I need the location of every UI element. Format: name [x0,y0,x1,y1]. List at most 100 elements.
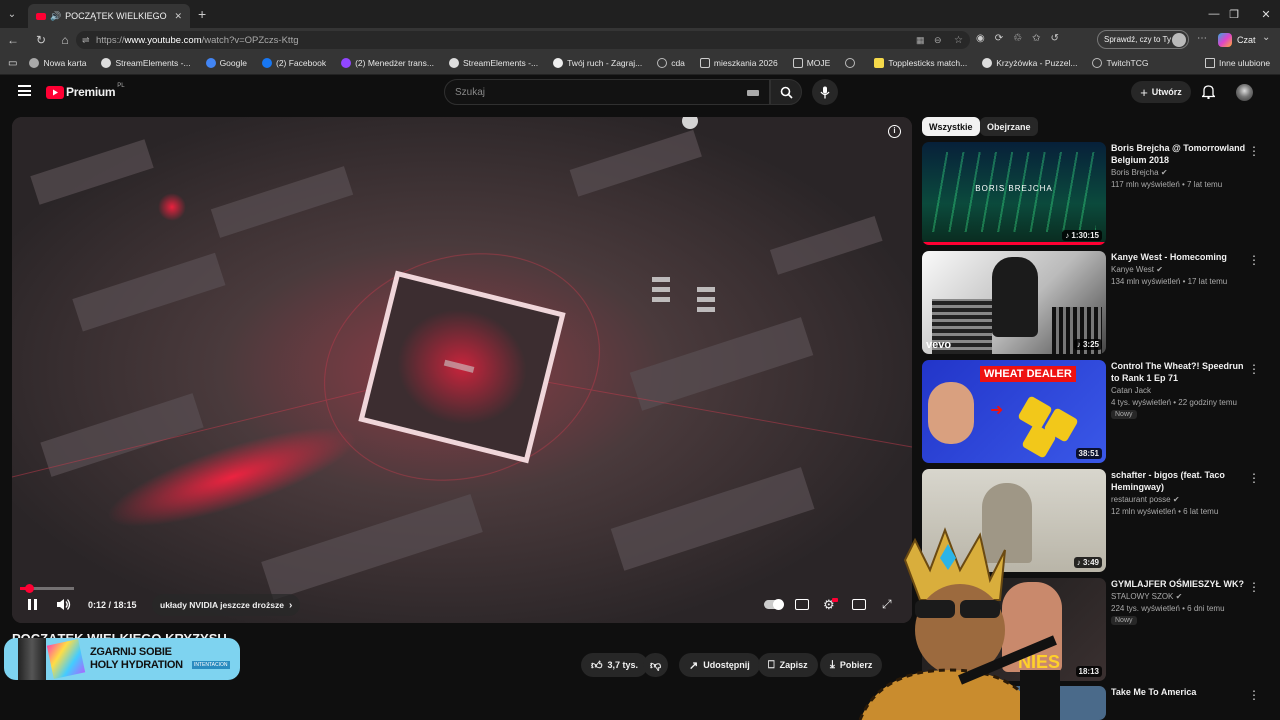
settings-gear-icon[interactable]: ⚙ [823,597,838,613]
video-thumbnail[interactable]: vevo ♪ 3:25 [922,251,1106,354]
like-button[interactable]: 👍︎ 3,7 tys. [581,653,649,677]
close-tab-icon[interactable]: ✕ [174,11,182,22]
dislike-button[interactable]: 👎︎ [643,653,669,677]
collections-icon[interactable]: ▭ [8,58,17,69]
bookmark-item[interactable]: (2) Facebook [261,58,326,68]
bookmark-item[interactable]: Twój ruch - Zagraj... [553,58,642,68]
video-title[interactable]: GYMLAJFER OŚMIESZYŁ WK? [1111,578,1251,590]
progress-bar[interactable] [20,584,74,593]
bookmark-item[interactable]: StreamElements -... [101,58,191,68]
video-thumbnail[interactable]: NIES 18:13 [922,578,1106,681]
favorite-star-icon[interactable]: ☆ [954,35,963,46]
bookmark-item[interactable]: mieszkania 2026 [699,58,778,68]
menu-icon[interactable] [18,85,31,96]
recommendation-item[interactable]: WHEAT DEALER ➜ 38:51 Control The Wheat?!… [922,360,1272,463]
fullscreen-icon[interactable]: ⤢ [882,597,892,612]
video-thumbnail[interactable]: WHEAT DEALER ➜ 38:51 [922,360,1106,463]
search-button[interactable] [770,79,802,105]
recommendation-item[interactable]: BORIS BREJCHA ♪ 1:30:15 Boris Brejcha @ … [922,142,1272,245]
bookmark-item[interactable]: Google [205,58,247,68]
bookmark-item[interactable]: TwitchTCG [1092,58,1149,68]
video-thumbnail[interactable]: BORIS BREJCHA ♪ 1:30:15 [922,142,1106,245]
chip-all[interactable]: Wszystkie [922,117,980,136]
video-thumbnail[interactable] [922,686,1106,720]
refresh-icon[interactable]: ↻ [30,33,52,47]
ad-brand: INTENTACION [192,661,230,669]
globe-icon [845,58,856,68]
new-tab-button[interactable]: + [198,6,206,22]
video-title[interactable]: Take Me To America [1111,686,1251,698]
subtitles-icon[interactable] [795,599,809,610]
copilot-chat-button[interactable]: Czat [1218,33,1256,47]
bookmark-item[interactable]: StreamElements -... [448,58,538,68]
video-title[interactable]: Kanye West - Homecoming [1111,251,1251,263]
site-info-icon[interactable]: ⇌ [82,35,90,46]
bookmark-item[interactable]: Nowa karta [29,58,86,68]
history-icon[interactable]: ↺ [1050,33,1058,44]
chapter-button[interactable]: układy NVIDIA jeszcze droższe › [152,594,301,616]
favorites-icon[interactable]: ✩ [1032,33,1040,44]
channel-name[interactable]: Boris Brejcha ✔ [1111,168,1168,177]
profile-button[interactable]: Sprawdź, czy to Ty [1097,30,1189,49]
save-button[interactable]: ⎕ Zapisz [758,653,818,677]
bookmark-item[interactable]: (2) Menedżer trans... [341,58,434,68]
tab-actions-icon[interactable]: ⌄ [0,9,24,20]
bookmark-item[interactable]: Krzyżówka - Puzzel... [982,58,1077,68]
channel-name[interactable]: restaurant posse ✔ [1111,495,1180,504]
more-actions-icon[interactable]: ⋮ [1248,144,1260,158]
notifications-bell-icon[interactable] [1202,84,1215,99]
bookmark-item[interactable] [845,58,859,68]
more-menu-icon[interactable]: ⋯ [1197,33,1207,44]
bookmark-item[interactable]: MOJE [792,58,830,68]
channel-name[interactable]: STALOWY SZOK ✔ [1111,592,1182,601]
sidebar-toggle-icon[interactable]: ⌄ [1262,32,1270,43]
video-player[interactable]: i [12,117,912,623]
pause-button[interactable] [28,599,37,610]
zoom-icon[interactable]: ⊖ [934,35,942,46]
autoplay-toggle[interactable] [764,599,784,610]
reader-icon[interactable]: ▦ [916,35,925,46]
video-title[interactable]: Boris Brejcha @ Tomorrowland Belgium 201… [1111,142,1251,166]
ad-banner[interactable]: ZGARNIJ SOBIE HOLY HYDRATION INTENTACION [4,638,240,680]
recommendation-item[interactable]: vevo ♪ 3:25 Kanye West - Homecoming Kany… [922,251,1272,354]
more-actions-icon[interactable]: ⋮ [1248,580,1260,594]
keyboard-icon[interactable] [747,90,759,96]
audio-playing-icon[interactable]: 🔊 [50,11,61,22]
voice-search-button[interactable] [812,79,838,105]
home-icon[interactable]: ⌂ [54,33,76,47]
puzzle-icon[interactable]: ⟳ [995,33,1003,44]
create-button[interactable]: + Utwórz [1131,81,1191,103]
progress-handle[interactable] [25,584,34,593]
search-input[interactable]: Szukaj [444,79,770,105]
more-actions-icon[interactable]: ⋮ [1248,362,1260,376]
miniplayer-icon[interactable] [852,599,866,610]
recommendation-item[interactable]: ♪ 3:49 schafter - bigos (feat. Taco Hemi… [922,469,1272,572]
split-screen-icon[interactable]: ♲ [1013,33,1022,44]
volume-button[interactable] [56,598,71,611]
channel-name[interactable]: Kanye West ✔ [1111,265,1163,274]
extension-icon[interactable]: ◉ [976,33,985,44]
account-avatar[interactable] [1236,84,1253,101]
youtube-logo[interactable]: Premium PL [46,83,125,99]
bookmarks-bar: ▭ Nowa karta StreamElements -... Google (2)… [0,52,1280,75]
more-actions-icon[interactable]: ⋮ [1248,688,1260,702]
video-thumbnail[interactable]: ♪ 3:49 [922,469,1106,572]
chip-watched[interactable]: Obejrzane [980,117,1038,136]
browser-tab-active[interactable]: 🔊 POCZĄTEK WIELKIEGO KRYZY ✕ [28,4,190,28]
download-button[interactable]: ⤓ Pobierz [820,653,883,677]
info-icon[interactable]: i [888,125,901,138]
recommendation-item[interactable]: NIES 18:13 GYMLAJFER OŚMIESZYŁ WK? STALO… [922,578,1272,681]
video-title[interactable]: schafter - bigos (feat. Taco Hemingway) [1111,469,1251,493]
more-actions-icon[interactable]: ⋮ [1248,471,1260,485]
video-title[interactable]: Control The Wheat?! Speedrun to Rank 1 E… [1111,360,1251,384]
more-actions-icon[interactable]: ⋮ [1248,253,1260,267]
share-button[interactable]: ↗ Udostępnij [679,653,760,677]
bookmark-item[interactable]: cda [657,58,685,68]
back-icon[interactable]: ← [2,33,24,47]
channel-name[interactable]: Catan Jack [1111,386,1151,395]
other-bookmarks[interactable]: Inne ulubione [1205,58,1270,68]
bookmark-item[interactable]: Topplesticks match... [874,58,967,68]
recommendation-item[interactable]: Take Me To America ⋮ [922,686,1272,720]
url-bar[interactable]: ⇌ https://www.youtube.com/watch?v=OPZczs… [76,31,970,49]
close-window-icon[interactable]: ✕ [1246,0,1280,28]
